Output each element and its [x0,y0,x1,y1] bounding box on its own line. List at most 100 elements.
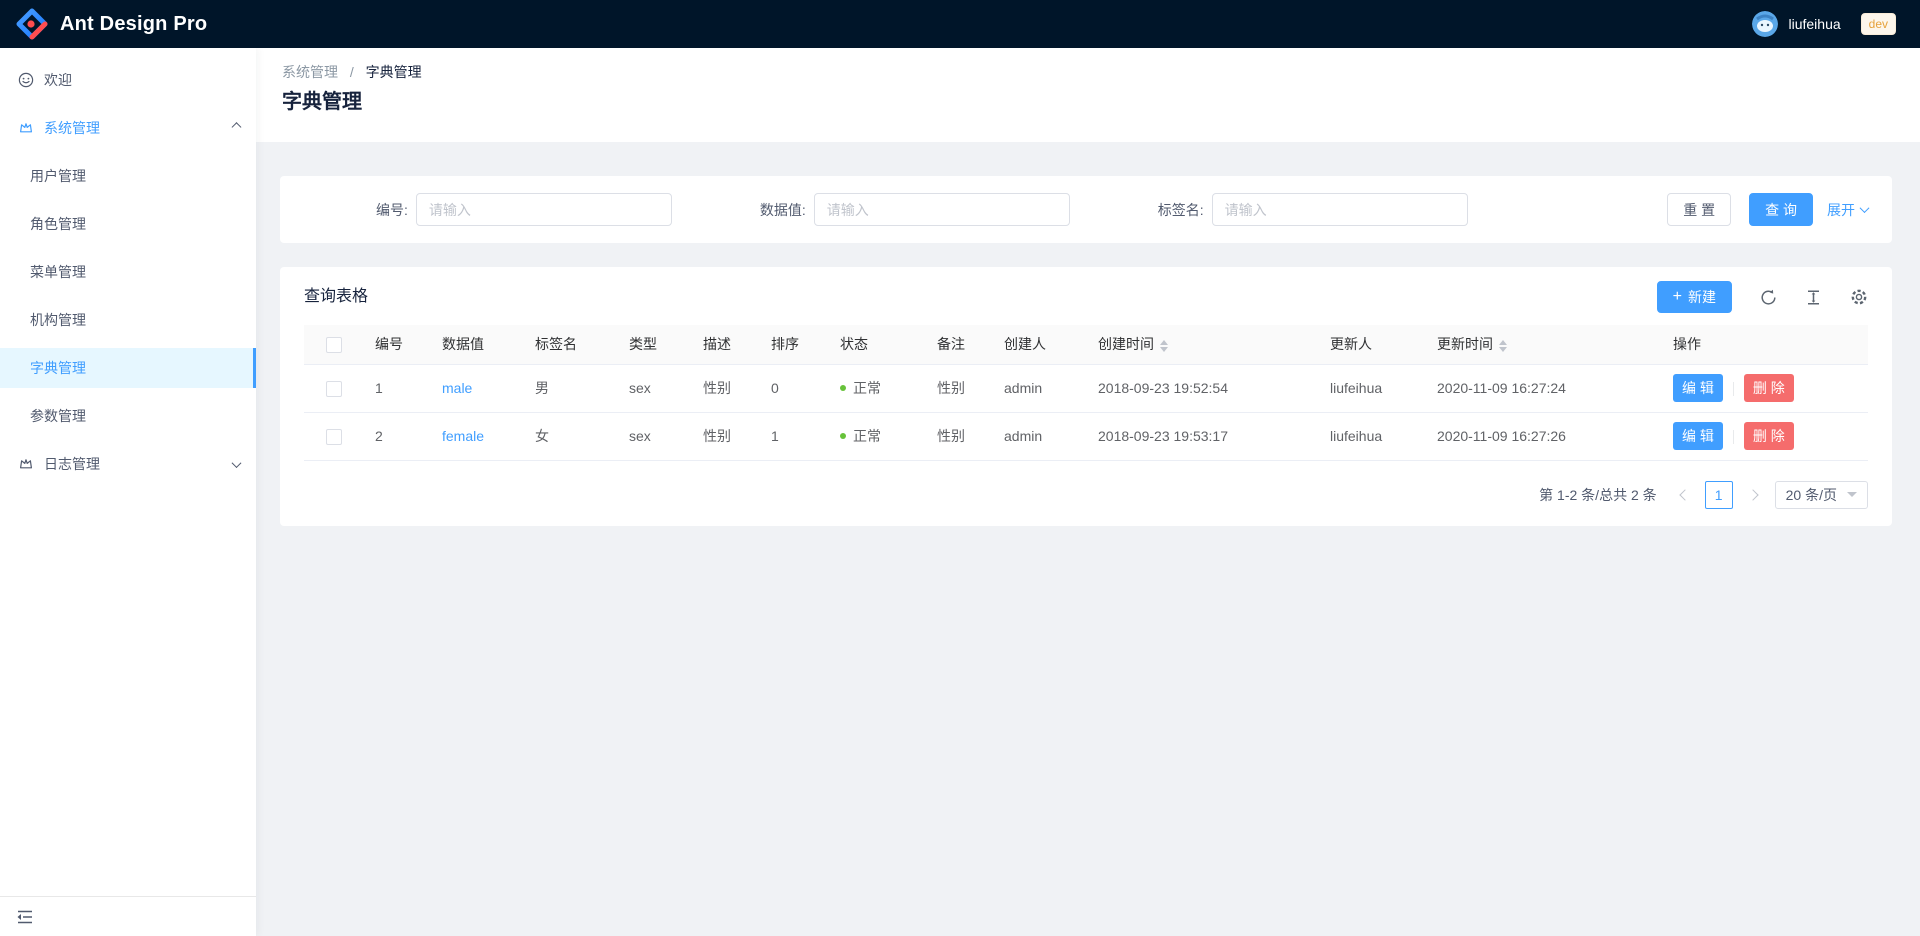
column-header-id: 编号 [364,325,431,364]
chevron-up-icon [232,122,242,132]
sidebar-item-label: 角色管理 [30,214,240,234]
sidebar-item-label: 欢迎 [44,70,240,90]
delete-button[interactable]: 删 除 [1744,374,1794,402]
sidebar-item-role-mgmt[interactable]: 角色管理 [0,204,256,244]
column-header-create-time[interactable]: 创建时间 [1087,325,1319,364]
field-label: 编号: [376,200,408,220]
sort-carets-icon[interactable] [1160,340,1168,352]
cell-remark: 性别 [926,412,993,460]
menu-fold-icon[interactable] [16,908,34,926]
id-input[interactable] [416,193,672,226]
breadcrumb: 系统管理 / 字典管理 [282,62,1894,82]
cell-updater: liufeihua [1319,412,1426,460]
cell-create-time: 2018-09-23 19:52:54 [1087,364,1319,412]
page-title: 字典管理 [282,88,1894,116]
crown-icon [18,120,34,136]
reset-button[interactable]: 重 置 [1667,193,1731,226]
sidebar-item-dict-mgmt[interactable]: 字典管理 [0,348,256,388]
logo-area[interactable]: Ant Design Pro [16,8,207,40]
table-card-header: 查询表格 + 新建 [280,267,1892,313]
user-menu[interactable]: liufeihua dev [1752,11,1896,37]
column-header-tag: 标签名 [524,325,618,364]
breadcrumb-current: 字典管理 [366,64,422,80]
env-tag: dev [1861,13,1896,35]
data-table: 编号 数据值 标签名 类型 描述 排序 状态 备注 创建人 创建时间 更新人 更… [304,325,1868,461]
cell-creator: admin [993,412,1087,460]
form-actions: 重 置 查 询 展开 [1667,193,1868,226]
column-header-updater: 更新人 [1319,325,1426,364]
edit-button[interactable]: 编 辑 [1673,422,1723,450]
edit-button[interactable]: 编 辑 [1673,374,1723,402]
select-all-checkbox[interactable] [326,337,342,353]
smile-icon [18,72,34,88]
field-label: 标签名: [1158,200,1204,220]
cell-creator: admin [993,364,1087,412]
cell-sort: 1 [760,412,829,460]
new-button[interactable]: + 新建 [1657,281,1732,313]
field-label: 数据值: [760,200,806,220]
status-badge: 正常 [840,378,915,398]
expand-label: 展开 [1827,200,1855,220]
tag-name-input[interactable] [1212,193,1468,226]
sidebar-menu: 欢迎 系统管理 用户管理 角色管理 菜单管理 机构管理 字典管理 参数管理 [0,48,256,896]
sidebar-item-welcome[interactable]: 欢迎 [0,60,256,100]
row-checkbox[interactable] [326,429,342,445]
next-page-button[interactable] [1739,481,1767,509]
sidebar-item-menu-mgmt[interactable]: 菜单管理 [0,252,256,292]
data-value-input[interactable] [814,193,1070,226]
gear-icon[interactable] [1850,288,1868,306]
table-header-row: 编号 数据值 标签名 类型 描述 排序 状态 备注 创建人 创建时间 更新人 更… [304,325,1868,364]
avatar [1752,11,1778,37]
column-header-remark: 备注 [926,325,993,364]
status-dot-icon [840,385,846,391]
cell-type: sex [618,364,692,412]
column-header-sort: 排序 [760,325,829,364]
search-field-id: 编号: [376,193,672,226]
column-header-desc: 描述 [692,325,760,364]
sidebar-item-system-mgmt[interactable]: 系统管理 [0,108,256,148]
sidebar-item-label: 系统管理 [44,118,233,138]
sidebar-item-org-mgmt[interactable]: 机构管理 [0,300,256,340]
cell-desc: 性别 [692,364,760,412]
breadcrumb-separator: / [350,64,354,80]
cell-create-time: 2018-09-23 19:53:17 [1087,412,1319,460]
column-height-icon[interactable] [1805,289,1822,306]
cell-value-link[interactable]: male [442,380,472,396]
breadcrumb-parent[interactable]: 系统管理 [282,64,338,80]
query-button[interactable]: 查 询 [1749,193,1813,226]
page-size-select[interactable]: 20 条/页 [1775,481,1868,509]
sidebar-item-user-mgmt[interactable]: 用户管理 [0,156,256,196]
page-number-button[interactable]: 1 [1705,481,1733,509]
cell-remark: 性别 [926,364,993,412]
prev-page-button[interactable] [1671,481,1699,509]
button-divider [1733,382,1734,396]
username: liufeihua [1788,16,1840,32]
ant-design-logo-icon [16,8,48,40]
table-row: 1 male 男 sex 性别 0 正常 性别 admin 2018-09-23… [304,364,1868,412]
row-checkbox[interactable] [326,381,342,397]
sidebar-item-param-mgmt[interactable]: 参数管理 [0,396,256,436]
cell-tag: 女 [524,412,618,460]
refresh-icon[interactable] [1760,289,1777,306]
cell-value-link[interactable]: female [442,428,484,444]
app-title: Ant Design Pro [60,13,207,36]
page-header: 系统管理 / 字典管理 字典管理 [256,48,1920,142]
sidebar: 欢迎 系统管理 用户管理 角色管理 菜单管理 机构管理 字典管理 参数管理 [0,48,256,936]
cell-id: 2 [364,412,431,460]
sidebar-item-log-mgmt[interactable]: 日志管理 [0,444,256,484]
delete-button[interactable]: 删 除 [1744,422,1794,450]
page-size-value: 20 条/页 [1786,485,1837,505]
column-header-update-time[interactable]: 更新时间 [1426,325,1662,364]
expand-link[interactable]: 展开 [1827,200,1868,220]
pagination: 第 1-2 条/总共 2 条 1 20 条/页 [304,481,1868,509]
table-card: 查询表格 + 新建 [280,267,1892,526]
cell-desc: 性别 [692,412,760,460]
app-header: Ant Design Pro liufeihua dev [0,0,1920,48]
column-header-status: 状态 [829,325,926,364]
sidebar-item-label: 参数管理 [30,406,240,426]
cell-sort: 0 [760,364,829,412]
sort-carets-icon[interactable] [1499,340,1507,352]
cell-type: sex [618,412,692,460]
sidebar-item-label: 日志管理 [44,454,233,474]
pagination-total: 第 1-2 条/总共 2 条 [1539,485,1656,505]
